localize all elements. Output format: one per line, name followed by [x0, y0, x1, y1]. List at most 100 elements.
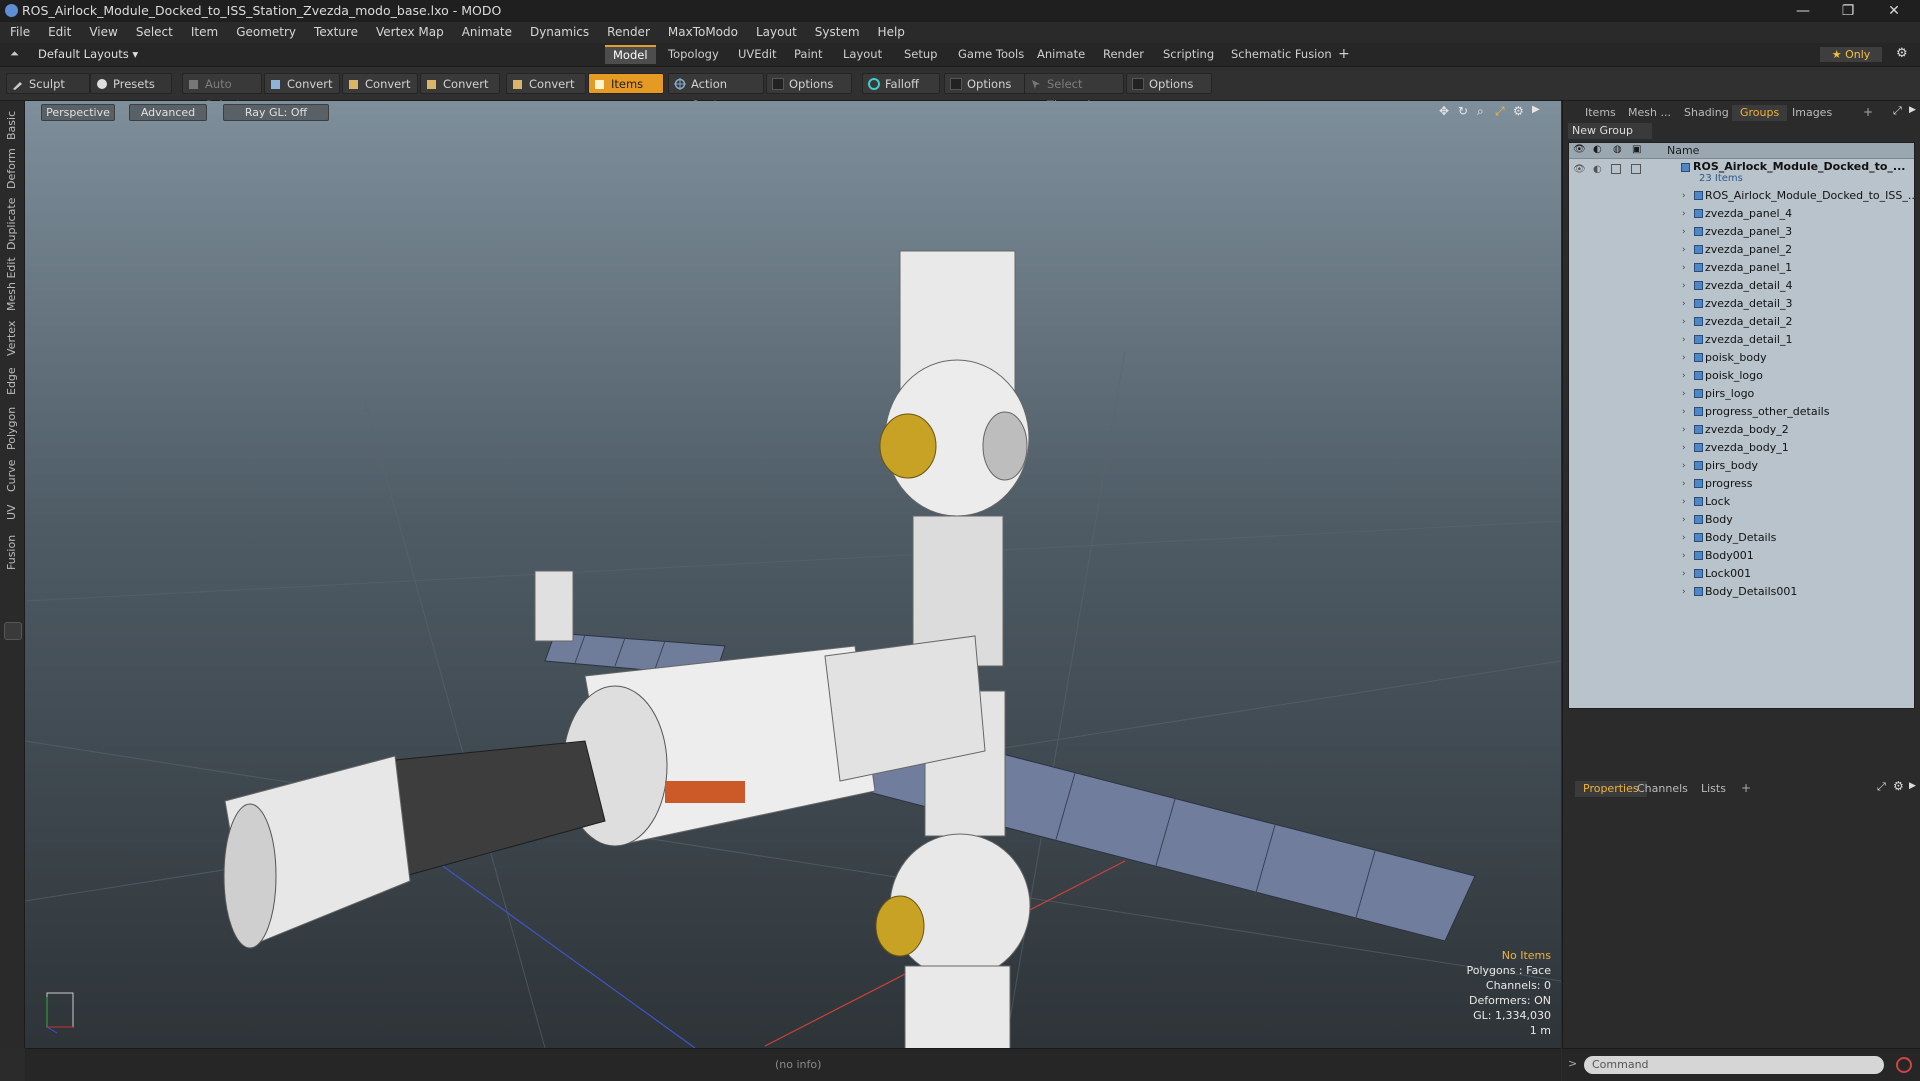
- visibility-eye-icon[interactable]: 👁: [1573, 161, 1586, 179]
- sidebar-tab-duplicate[interactable]: Duplicate: [2, 197, 22, 251]
- group-item-row[interactable]: › Body001: [1569, 547, 1914, 565]
- expand-arrow-icon[interactable]: ›: [1682, 493, 1686, 511]
- presets-button[interactable]: Presets F6: [90, 73, 172, 112]
- sidebar-tab-fusion[interactable]: Fusion: [2, 531, 22, 573]
- group-item-row[interactable]: › Lock: [1569, 493, 1914, 511]
- perspective-button[interactable]: Perspective: [41, 104, 115, 121]
- group-item-row[interactable]: › zvezda_panel_3: [1569, 223, 1914, 241]
- expand-arrow-icon[interactable]: ›: [1682, 223, 1686, 241]
- falloff-button[interactable]: Falloff: [862, 73, 940, 94]
- group-item-row[interactable]: › zvezda_panel_2: [1569, 241, 1914, 259]
- add-tab-button[interactable]: +: [1330, 46, 1358, 63]
- expand-arrow-icon[interactable]: ›: [1682, 295, 1686, 313]
- menu-system[interactable]: System: [805, 22, 868, 43]
- group-item-row[interactable]: › poisk_logo: [1569, 367, 1914, 385]
- auto-select-button[interactable]: Auto Select: [182, 73, 262, 112]
- menu-animate[interactable]: Animate: [452, 22, 520, 43]
- tab-animate[interactable]: Animate: [1029, 46, 1093, 63]
- viewport-gear-icon[interactable]: ⚙: [1513, 104, 1524, 118]
- expand-arrow-icon[interactable]: ›: [1682, 583, 1686, 601]
- expand-arrow-icon[interactable]: ›: [1682, 277, 1686, 295]
- action-center-button[interactable]: Action Center: [668, 73, 764, 112]
- convert-button-3[interactable]: Convert: [420, 73, 500, 94]
- tab-render[interactable]: Render: [1095, 46, 1152, 63]
- maximize-button[interactable]: ❐: [1827, 0, 1869, 22]
- sidebar-tab-deform[interactable]: Deform: [2, 147, 22, 191]
- expand-arrow-icon[interactable]: ›: [1682, 421, 1686, 439]
- group-item-row[interactable]: › zvezda_body_1: [1569, 439, 1914, 457]
- menu-geometry[interactable]: Geometry: [226, 22, 304, 43]
- tab-paint[interactable]: Paint: [786, 46, 830, 63]
- menu-dynamics[interactable]: Dynamics: [520, 22, 597, 43]
- select-through-button[interactable]: Select Through: [1024, 73, 1124, 112]
- group-item-row[interactable]: › Body_Details001: [1569, 583, 1914, 601]
- render-icon[interactable]: ◍: [1613, 144, 1622, 155]
- lock-icon[interactable]: ◐: [1593, 144, 1602, 155]
- group-root-row[interactable]: 👁 ◐ ROS_Airlock_Module_Docked_to_... 23 …: [1569, 159, 1914, 187]
- sidebar-tab-mesh-edit[interactable]: Mesh Edit: [2, 257, 22, 311]
- tab-game-tools[interactable]: Game Tools: [950, 46, 1032, 63]
- raygl-button[interactable]: Ray GL: Off: [223, 104, 329, 121]
- tab-scripting[interactable]: Scripting: [1155, 46, 1222, 63]
- tab-setup[interactable]: Setup: [896, 46, 945, 63]
- group-item-row[interactable]: › zvezda_detail_3: [1569, 295, 1914, 313]
- expand-arrow-icon[interactable]: ›: [1682, 457, 1686, 475]
- menu-render[interactable]: Render: [597, 22, 658, 43]
- menu-layout[interactable]: Layout: [746, 22, 805, 43]
- tab-shading[interactable]: Shading: [1676, 105, 1737, 121]
- select-checkbox[interactable]: [1631, 164, 1641, 174]
- expand-arrow-icon[interactable]: ›: [1682, 241, 1686, 259]
- menu-help[interactable]: Help: [868, 22, 913, 43]
- group-item-row[interactable]: › Body: [1569, 511, 1914, 529]
- items-button[interactable]: Items: [588, 73, 664, 94]
- tab-model[interactable]: Model: [605, 45, 656, 64]
- record-icon[interactable]: [1896, 1057, 1912, 1073]
- group-item-row[interactable]: › pirs_body: [1569, 457, 1914, 475]
- tab-groups[interactable]: Groups: [1732, 105, 1788, 121]
- fit-icon[interactable]: ⤢: [1495, 104, 1505, 119]
- expand-arrow-icon[interactable]: ›: [1682, 259, 1686, 277]
- tab-schematic-fusion[interactable]: Schematic Fusion: [1223, 46, 1340, 63]
- panel-gear-icon[interactable]: ⚙: [1893, 779, 1904, 793]
- panel-menu-icon[interactable]: ▶: [1909, 781, 1916, 791]
- menu-vertex-map[interactable]: Vertex Map: [366, 22, 452, 43]
- tab-mesh[interactable]: Mesh ...: [1620, 105, 1679, 121]
- menu-texture[interactable]: Texture: [304, 22, 366, 43]
- add-tab-icon[interactable]: +: [1863, 105, 1873, 119]
- options-button-2[interactable]: Options: [944, 73, 1030, 94]
- group-item-row[interactable]: › Body_Details: [1569, 529, 1914, 547]
- name-column-header[interactable]: Name: [1667, 144, 1699, 157]
- gear-icon[interactable]: ⚙: [1896, 46, 1908, 61]
- lock-toggle-icon[interactable]: ◐: [1593, 161, 1602, 179]
- sculpt-button[interactable]: Sculpt: [6, 73, 90, 94]
- sidebar-toggle-button[interactable]: [4, 622, 22, 640]
- expand-arrow-icon[interactable]: ›: [1682, 187, 1686, 205]
- select-icon[interactable]: ▣: [1632, 144, 1641, 155]
- expand-icon[interactable]: ⤢: [1893, 104, 1902, 118]
- group-item-row[interactable]: › Lock001: [1569, 565, 1914, 583]
- expand-arrow-icon[interactable]: ›: [1682, 475, 1686, 493]
- group-item-row[interactable]: › progress: [1569, 475, 1914, 493]
- panel-menu-icon[interactable]: ▶: [1909, 105, 1916, 115]
- group-item-row[interactable]: › zvezda_detail_4: [1569, 277, 1914, 295]
- expand-arrow-icon[interactable]: ›: [1682, 331, 1686, 349]
- tab-channels[interactable]: Channels: [1629, 781, 1696, 797]
- add-tab-icon[interactable]: +: [1741, 781, 1751, 795]
- close-button[interactable]: ✕: [1873, 0, 1915, 22]
- menu-maxtomodo[interactable]: MaxToModo: [658, 22, 746, 43]
- menu-edit[interactable]: Edit: [38, 22, 79, 43]
- tab-lists[interactable]: Lists: [1693, 781, 1734, 797]
- sidebar-tab-uv[interactable]: UV: [2, 499, 22, 525]
- command-input[interactable]: Command: [1584, 1056, 1884, 1074]
- zoom-icon[interactable]: ⌕: [1477, 104, 1484, 119]
- tab-uvedit[interactable]: UVEdit: [730, 46, 785, 63]
- expand-arrow-icon[interactable]: ›: [1682, 313, 1686, 331]
- group-item-row[interactable]: › zvezda_body_2: [1569, 421, 1914, 439]
- expand-arrow-icon[interactable]: ›: [1682, 385, 1686, 403]
- sidebar-tab-vertex[interactable]: Vertex: [2, 317, 22, 359]
- expand-arrow-icon[interactable]: ›: [1682, 529, 1686, 547]
- viewport-menu-icon[interactable]: ▶: [1532, 104, 1540, 115]
- new-group-button[interactable]: New Group: [1568, 123, 1652, 139]
- menu-file[interactable]: File: [0, 22, 38, 43]
- eye-icon[interactable]: 👁: [1573, 144, 1586, 155]
